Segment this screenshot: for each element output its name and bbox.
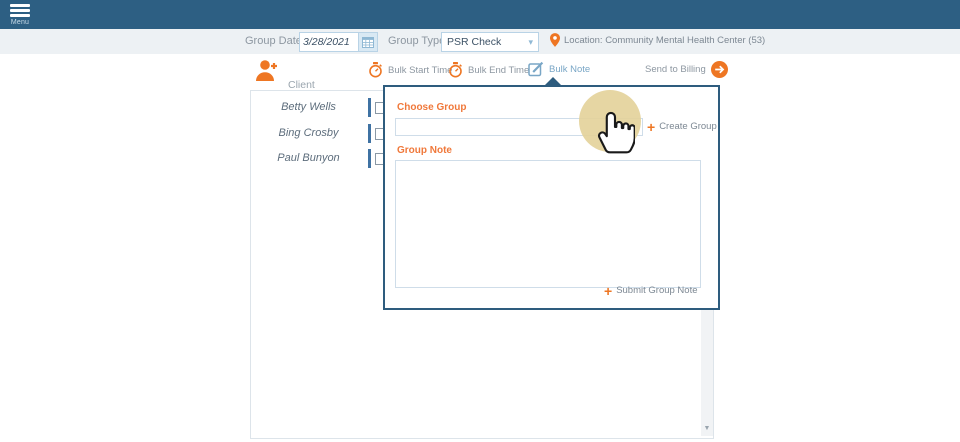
client-row: Paul Bunyon [251,146,391,172]
toolbar: Group Date: Group Type: PSR Check ▾ Loca… [0,29,960,55]
location-pin-icon [550,33,560,47]
row-accent-bar [368,98,371,117]
row-accent-bar [368,149,371,168]
group-type-value: PSR Check [447,36,501,48]
menu-button[interactable]: Menu [7,3,33,27]
arrow-right-circle-icon [711,61,728,78]
stopwatch-icon [448,62,463,78]
create-group-label: Create Group [659,121,717,132]
hand-cursor-icon [595,108,635,159]
client-name: Paul Bunyon [251,152,366,164]
plus-icon: + [604,286,612,296]
submit-group-note-label: Submit Group Note [616,285,697,296]
calendar-icon[interactable] [358,33,377,51]
bulk-start-time-button[interactable]: Bulk Start Time [368,62,452,78]
group-note-textarea[interactable] [395,160,701,288]
group-type-label: Group Type: [388,35,448,47]
bulk-start-time-label: Bulk Start Time [388,65,452,76]
top-nav-bar: Menu [0,0,960,29]
stopwatch-icon [368,62,383,78]
client-name: Betty Wells [251,101,366,113]
choose-group-label: Choose Group [397,102,466,113]
submit-group-note-button[interactable]: + Submit Group Note [604,285,698,296]
menu-label: Menu [7,19,33,26]
client-row: Bing Crosby [251,121,391,147]
create-group-button[interactable]: + Create Group [647,121,717,132]
add-person-icon [255,59,280,82]
bulk-note-button[interactable]: Bulk Note [528,61,590,77]
bulk-end-time-label: Bulk End Time [468,65,529,76]
bulk-note-popup: Choose Group + Create Group Group Note +… [383,85,720,310]
plus-icon: + [647,122,655,132]
send-to-billing-button[interactable]: Send to Billing [645,61,728,78]
location-text: Location: Community Mental Health Center… [564,35,765,46]
group-date-input[interactable] [300,33,358,51]
chevron-down-icon: ▾ [528,37,533,48]
group-type-select[interactable]: PSR Check ▾ [441,32,539,52]
popup-caret [543,77,563,87]
group-date-label: Group Date: [245,35,305,47]
group-note-label: Group Note [397,145,452,156]
scroll-down-arrow[interactable]: ▼ [701,422,713,435]
bulk-end-time-button[interactable]: Bulk End Time [448,62,529,78]
row-accent-bar [368,124,371,143]
location-field: Location: Community Mental Health Center… [550,33,765,47]
client-name: Bing Crosby [251,127,366,139]
add-client-button[interactable] [255,59,280,82]
hamburger-icon [10,4,30,17]
bulk-note-label: Bulk Note [549,64,590,75]
send-to-billing-label: Send to Billing [645,64,706,75]
client-row: Betty Wells [251,95,391,121]
edit-note-icon [528,61,544,77]
group-date-field [299,32,378,52]
